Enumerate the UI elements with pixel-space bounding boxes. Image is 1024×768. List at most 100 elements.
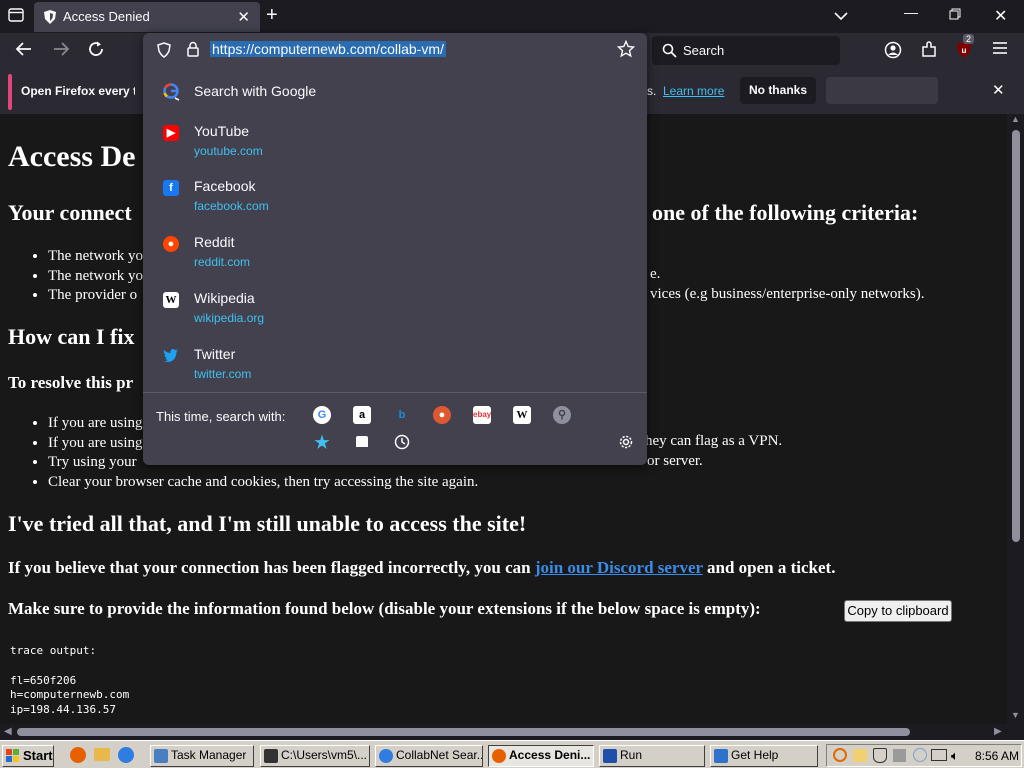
horizontal-scrollbar[interactable]: ◀ ▶ xyxy=(0,724,1007,740)
network-tray-icon[interactable] xyxy=(931,749,947,761)
tab-close-icon[interactable]: ✕ xyxy=(237,8,250,26)
back-icon[interactable] xyxy=(13,40,35,62)
taskbar-item-get-help[interactable]: Get Help xyxy=(710,745,818,767)
taskbar-item-run[interactable]: Run xyxy=(599,745,705,767)
restore-icon[interactable] xyxy=(949,7,961,23)
settings-gear-icon[interactable] xyxy=(617,434,635,452)
learn-more-link[interactable]: Learn more xyxy=(663,84,724,98)
volume-icon[interactable]: 🔈︎ xyxy=(951,748,959,764)
suggestion-facebook[interactable]: f Facebook facebook.com xyxy=(143,176,647,226)
ublock-origin-icon[interactable]: u 2 xyxy=(955,34,975,63)
no-thanks-button[interactable]: No thanks xyxy=(740,77,816,104)
extensions-icon[interactable] xyxy=(920,41,938,62)
scroll-down-icon[interactable]: ▼ xyxy=(1011,710,1020,720)
fix-heading: How can I fix xyxy=(8,324,135,349)
ebay-icon[interactable]: ebay xyxy=(473,406,491,424)
lock-icon[interactable] xyxy=(186,41,200,62)
discord-link[interactable]: join our Discord server xyxy=(535,558,703,577)
cmd-icon xyxy=(264,749,278,763)
menu-icon[interactable] xyxy=(992,41,1008,58)
google-search-icon xyxy=(163,83,180,101)
bookmarks-icon[interactable]: ★ xyxy=(313,434,331,452)
suggestion-youtube[interactable]: ▶ YouTube youtube.com xyxy=(143,121,647,171)
notification-message-tail: s. xyxy=(647,84,657,98)
scroll-up-icon[interactable]: ▲ xyxy=(1011,114,1020,124)
search-bar[interactable]: Search xyxy=(652,36,840,65)
chrome-quicklaunch-icon[interactable] xyxy=(118,747,134,763)
start-button[interactable]: Start xyxy=(2,745,54,767)
bing-icon[interactable]: b xyxy=(393,406,411,424)
forward-icon[interactable] xyxy=(50,40,72,62)
suggestion-wikipedia[interactable]: W Wikipedia wikipedia.org xyxy=(143,288,647,338)
set-default-button[interactable] xyxy=(826,77,938,104)
firefox-quicklaunch-icon[interactable] xyxy=(70,747,86,763)
suggestion-name: Twitter xyxy=(194,346,236,362)
notification-close-icon[interactable]: ✕ xyxy=(992,81,1005,99)
folder-tray-icon[interactable] xyxy=(853,749,867,762)
connection-heading: Your connect xyxy=(8,200,132,226)
resolve-item-tail: hey can flag as a VPN. xyxy=(645,433,783,449)
shield-icon xyxy=(42,9,58,25)
svg-text:u: u xyxy=(962,46,967,55)
taskbar: Start Task Manager C:\Users\vm5\... Coll… xyxy=(0,740,1024,768)
sync-tray-icon[interactable] xyxy=(913,748,927,762)
horizontal-scroll-thumb[interactable] xyxy=(17,728,910,736)
vertical-scrollbar[interactable]: ▲ ▼ xyxy=(1007,114,1024,724)
taskbar-item-explorer[interactable]: C:\Users\vm5\... xyxy=(260,745,370,767)
reload-icon[interactable] xyxy=(85,40,107,62)
suggestion-url: twitter.com xyxy=(194,367,252,381)
scroll-right-icon[interactable]: ▶ xyxy=(994,726,1002,737)
suggestion-url: wikipedia.org xyxy=(194,311,265,325)
taskbar-item-access-denied[interactable]: Access Deni... xyxy=(488,745,594,767)
wikipedia-engine-icon[interactable]: W xyxy=(513,406,531,424)
minimize-icon[interactable]: — xyxy=(904,4,918,20)
tab-list-icon[interactable] xyxy=(6,8,26,26)
tab-title: Access Denied xyxy=(63,9,150,24)
chevron-down-icon[interactable] xyxy=(834,8,848,24)
suggestion-reddit[interactable]: ● Reddit reddit.com xyxy=(143,232,647,282)
resolve-text: To resolve this pr xyxy=(8,373,134,392)
google-icon[interactable]: G xyxy=(313,406,331,424)
bookmark-star-icon[interactable] xyxy=(616,39,636,63)
scrollbar-corner xyxy=(1007,724,1024,740)
system-tray: 🔈︎ 8:56 AM xyxy=(826,744,1022,767)
search-tray-icon[interactable] xyxy=(833,748,847,762)
vertical-scroll-thumb[interactable] xyxy=(1012,130,1020,542)
notification-accent xyxy=(8,74,12,110)
taskbar-item-task-manager[interactable]: Task Manager xyxy=(150,745,254,767)
window-close-icon[interactable]: ✕ xyxy=(994,6,1007,26)
criteria-item: The network yo xyxy=(48,247,143,267)
history-icon[interactable] xyxy=(393,434,411,452)
account-icon[interactable] xyxy=(884,41,902,62)
tab-access-denied[interactable]: Access Denied ✕ xyxy=(34,2,260,32)
criteria-item-tail: vices (e.g business/enterprise-only netw… xyxy=(650,286,925,302)
folder-quicklaunch-icon[interactable] xyxy=(94,748,110,761)
help-icon xyxy=(714,749,728,763)
facebook-icon: f xyxy=(163,180,179,196)
url-bar[interactable]: https://computernewb.com/collab-vm/ xyxy=(143,33,647,67)
suggestion-name: Wikipedia xyxy=(194,290,255,306)
copy-to-clipboard-button[interactable]: Copy to clipboard xyxy=(844,600,952,622)
criteria-item-tail: e. xyxy=(650,266,661,282)
scroll-left-icon[interactable]: ◀ xyxy=(4,726,12,737)
connection-heading-left: Your connect xyxy=(8,200,132,225)
suggestion-twitter[interactable]: Twitter twitter.com xyxy=(143,344,647,394)
criteria-item: The provider o xyxy=(48,286,143,306)
site-info-shield-icon[interactable] xyxy=(156,42,172,63)
duckduckgo-icon[interactable]: ● xyxy=(433,406,451,424)
new-tab-icon[interactable]: + xyxy=(266,4,278,27)
tried-heading: I've tried all that, and I'm still unabl… xyxy=(8,511,527,536)
search-engine-icon[interactable]: ⚲ xyxy=(553,406,571,424)
amazon-icon[interactable]: a xyxy=(353,406,371,424)
criteria-item: The network yo xyxy=(48,267,143,287)
security-shield-icon[interactable] xyxy=(873,748,887,763)
suggestion-name: Facebook xyxy=(194,178,256,194)
url-input[interactable]: https://computernewb.com/collab-vm/ xyxy=(210,41,446,57)
notification-message: Open Firefox every tim xyxy=(21,84,135,98)
tabs-icon[interactable] xyxy=(353,434,371,452)
browser-icon xyxy=(379,749,393,763)
taskbar-item-collabnet[interactable]: CollabNet Sear... xyxy=(375,745,483,767)
device-tray-icon[interactable] xyxy=(893,749,906,762)
this-time-label: This time, search with: xyxy=(156,409,286,424)
wikipedia-icon: W xyxy=(163,292,179,308)
